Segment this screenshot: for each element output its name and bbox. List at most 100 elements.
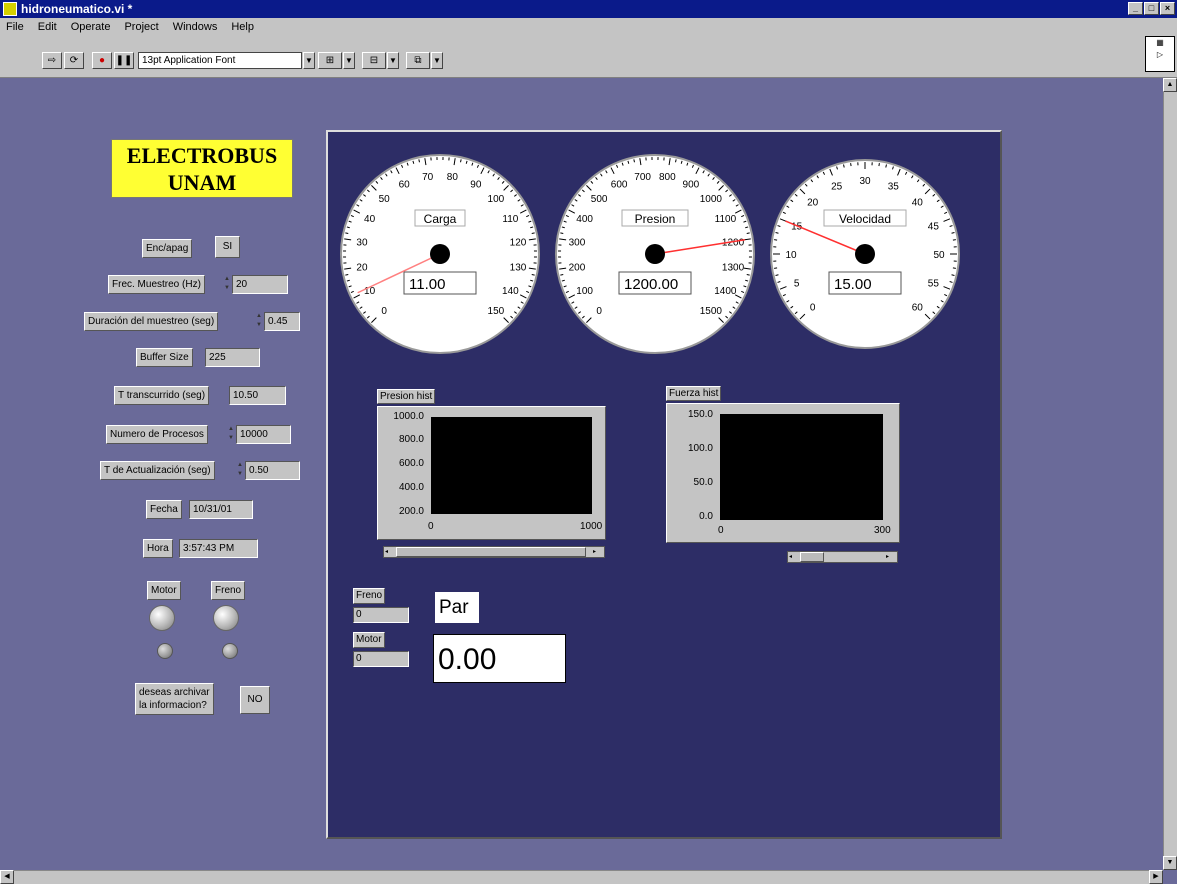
scroll-right-icon[interactable]: ▸	[593, 547, 603, 557]
horizontal-scrollbar[interactable]: ◀ ▶	[0, 870, 1163, 884]
gauge-tick-label: 110	[502, 214, 518, 225]
carga-dial-icon: 010203040506070 8090100110120130140150Car…	[340, 154, 540, 354]
motor-label: Motor	[147, 581, 181, 600]
gauge-tick-label: 700	[634, 172, 651, 183]
gauge-tick	[885, 164, 887, 168]
maximize-button[interactable]: □	[1144, 2, 1159, 15]
presion-ytick: 200.0	[398, 506, 424, 517]
gauge-tick-label: 5	[794, 278, 800, 289]
fuerza-hist-plot	[720, 414, 883, 520]
menu-operate[interactable]: Operate	[71, 21, 111, 33]
run-continuous-icon[interactable]: ⟳	[64, 52, 84, 69]
numero-procesos-label: Numero de Procesos	[106, 425, 208, 444]
reorder-dropdown-icon[interactable]: ▼	[431, 52, 443, 69]
gauge-tick	[746, 232, 750, 234]
duracion-spinner-icon[interactable]: ▲ ▼	[255, 312, 263, 331]
labview-vi-icon	[3, 2, 17, 16]
run-arrow-icon[interactable]: ⇨	[42, 52, 62, 69]
font-dropdown-icon[interactable]: ▼	[303, 52, 315, 69]
menu-help[interactable]: Help	[231, 21, 254, 33]
gauge-carga: 0 10 20 30 40 50 60 70 80 90 100 110 120 130 140 150 Car…	[338, 152, 542, 356]
archivar-label: deseas archivar la informacion?	[135, 683, 214, 715]
gauge-tick	[951, 232, 955, 234]
procesos-spinner-icon[interactable]: ▲ ▼	[227, 425, 235, 444]
presion-hist-graph: 1000.0 800.0 600.0 400.0 200.0 0 1000	[377, 406, 606, 540]
distribute-dropdown-icon[interactable]: ▼	[387, 52, 399, 69]
frec-muestreo-input[interactable]: 20	[232, 275, 288, 294]
frec-spinner-icon[interactable]: ▲ ▼	[223, 275, 231, 294]
gauge-tick	[843, 164, 845, 168]
align-objects-icon[interactable]: ⊞	[318, 52, 342, 69]
presion-xtick: 0	[428, 521, 434, 532]
t-actualizacion-input[interactable]: 0.50	[245, 461, 300, 480]
distribute-objects-icon[interactable]: ⊟	[362, 52, 386, 69]
gauge-tick-label: 10	[785, 250, 797, 261]
font-select[interactable]: 13pt Application Font	[138, 52, 302, 69]
abort-icon[interactable]: ●	[92, 52, 112, 69]
fuerza-scrollbar[interactable]: ◂ ▸	[787, 551, 898, 563]
frec-muestreo-label: Frec. Muestreo (Hz)	[108, 275, 205, 294]
gauge-value: 15.00	[834, 276, 872, 293]
velocidad-dial-icon: 051015202530354045505560Velocidad15.00	[770, 159, 960, 349]
hora-label: Hora	[143, 539, 173, 558]
freno-led	[222, 643, 238, 659]
motor-led	[157, 643, 173, 659]
vertical-scrollbar[interactable]: ▲ ▼	[1163, 78, 1177, 870]
enc-apag-label: Enc/apag	[142, 239, 193, 258]
gauge-tick-label: 60	[912, 302, 924, 313]
presion-xtick: 1000	[580, 521, 603, 532]
presion-scrollbar[interactable]: ◂ ▸	[383, 546, 605, 558]
archivar-label-line1: deseas archivar	[139, 687, 210, 698]
gauge-value: 1200.00	[624, 276, 678, 293]
menu-project[interactable]: Project	[124, 21, 158, 33]
gauge-tick-label: 0	[810, 302, 816, 313]
actualizacion-spinner-icon[interactable]: ▲ ▼	[236, 461, 244, 480]
pause-icon[interactable]: ❚❚	[114, 52, 134, 69]
electrobus-logo: ELECTROBUS UNAM	[111, 139, 293, 198]
menu-windows[interactable]: Windows	[173, 21, 218, 33]
scroll-up-icon[interactable]: ▲	[1163, 78, 1177, 92]
reorder-icon[interactable]: ⧉	[406, 52, 430, 69]
align-dropdown-icon[interactable]: ▼	[343, 52, 355, 69]
gauge-tick-label: 55	[928, 278, 940, 289]
gauge-tick-label: 900	[683, 180, 700, 191]
gauge-tick	[531, 274, 535, 276]
gauge-tick-label: 300	[569, 238, 586, 249]
menu-edit[interactable]: Edit	[38, 21, 57, 33]
vi-connector-icon[interactable]: ▦ ▷	[1145, 36, 1175, 72]
scroll-right-icon[interactable]: ▶	[1149, 870, 1163, 884]
gauge-tick-label: 120	[510, 238, 527, 249]
freno-switch[interactable]	[213, 605, 239, 631]
scroll-left-icon[interactable]: ◂	[385, 547, 395, 557]
archivar-button[interactable]: NO	[240, 686, 270, 714]
par-value: 0.00	[433, 634, 566, 683]
fuerza-scroll-thumb[interactable]	[800, 552, 824, 562]
toolbar: ⇨ ⟳ ● ❚❚ 13pt Application Font ▼ ⊞ ▼ ⊟ ▼…	[0, 35, 1177, 78]
freno-label: Freno	[211, 581, 246, 600]
scroll-left-icon[interactable]: ◀	[0, 870, 14, 884]
menu-file[interactable]: File	[6, 21, 24, 33]
enc-apag-button[interactable]: SI	[215, 236, 240, 258]
close-button[interactable]: ×	[1160, 2, 1175, 15]
motor-switch[interactable]	[149, 605, 175, 631]
gauge-tick-label: 130	[510, 262, 527, 273]
gauge-tick	[951, 274, 955, 276]
minimize-button[interactable]: _	[1128, 2, 1143, 15]
gauge-tick-label: 50	[379, 194, 391, 205]
scroll-down-icon[interactable]: ▼	[1163, 856, 1177, 870]
menu-bar: File Edit Operate Project Windows Help	[0, 18, 1177, 35]
scroll-right-icon[interactable]: ▸	[886, 552, 896, 562]
scroll-left-icon[interactable]: ◂	[789, 552, 799, 562]
gauge-tick-label: 0	[381, 306, 387, 317]
fecha-value: 10/31/01	[189, 500, 253, 519]
gauge-tick-label: 50	[933, 250, 945, 261]
gauge-tick-label: 1100	[715, 214, 737, 225]
gauge-tick	[746, 274, 750, 276]
duracion-muestreo-label: Duración del muestreo (seg)	[84, 312, 219, 331]
t-transcurrido-value: 10.50	[229, 386, 286, 405]
gauge-tick-label: 100	[576, 286, 593, 297]
t-transcurrido-label: T transcurrido (seg)	[114, 386, 210, 405]
numero-procesos-input[interactable]: 10000	[236, 425, 291, 444]
duracion-muestreo-input[interactable]: 0.45	[264, 312, 300, 331]
presion-scroll-thumb[interactable]	[396, 547, 586, 557]
